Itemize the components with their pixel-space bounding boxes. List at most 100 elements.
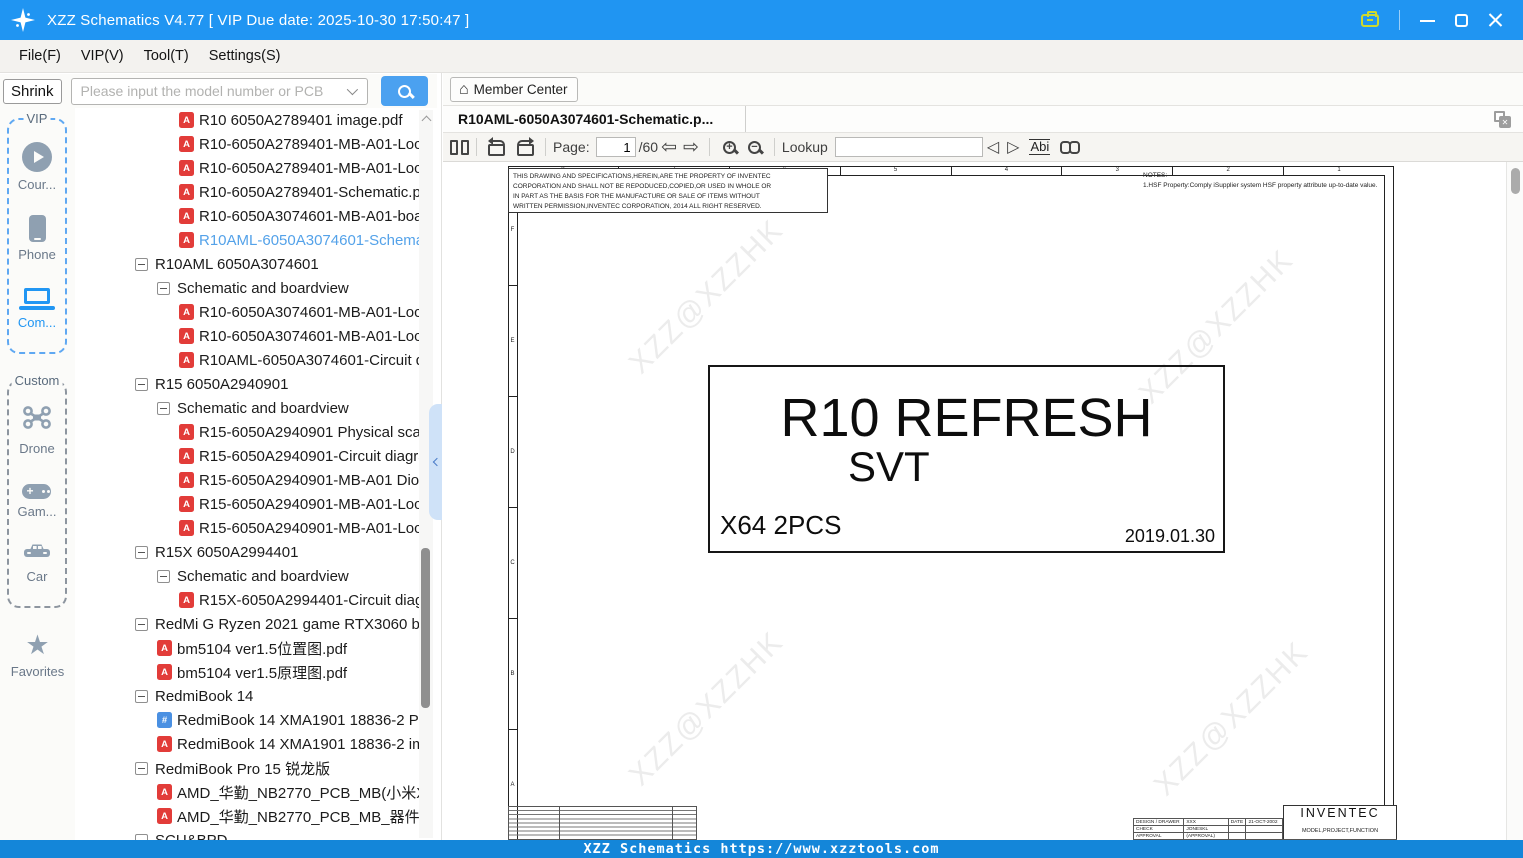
tree-file-row[interactable]: R10-6050A2789401-Schematic.pd — [75, 180, 419, 204]
tree-file-row[interactable]: R10-6050A2789401-MB-A01-Loca — [75, 132, 419, 156]
rotate-left-icon[interactable] — [484, 137, 508, 157]
search-button[interactable] — [380, 76, 428, 106]
collapse-expander-icon[interactable] — [135, 617, 148, 631]
tree-group-row[interactable]: R15X 6050A2994401 — [75, 540, 419, 564]
chevron-down-icon[interactable] — [346, 83, 358, 96]
collapse-expander-icon[interactable] — [135, 257, 148, 271]
tree-file-row[interactable]: R10 6050A2789401 image.pdf — [75, 108, 419, 132]
tree-file-row[interactable]: bm5104 ver1.5位置图.pdf — [75, 636, 419, 660]
sidebar-item-drone[interactable]: Drone — [19, 404, 55, 456]
tree-group-row[interactable]: R10AML 6050A3074601 — [75, 252, 419, 276]
collapse-expander-icon[interactable] — [157, 401, 170, 415]
cover-date: 2019.01.30 — [1124, 526, 1215, 546]
binoculars-icon[interactable] — [1060, 140, 1081, 154]
collapse-expander-icon[interactable] — [135, 377, 148, 391]
pdf-file-icon — [179, 448, 194, 464]
tree-group-row[interactable]: RedmiBook Pro 15 锐龙版 — [75, 756, 419, 780]
tree-file-row[interactable]: R15-6050A2940901-MB-A01 Dioc — [75, 468, 419, 492]
tree-file-row[interactable]: R15-6050A2940901-MB-A01-Loca — [75, 492, 419, 516]
sidebar-item-car[interactable]: Car — [22, 541, 52, 584]
tree-scrollbar-thumb[interactable] — [421, 548, 430, 708]
sidebar-item-favorites[interactable]: ★ Favorites — [0, 632, 75, 680]
rail-item-label: Car — [26, 569, 48, 584]
cover-title-box: R10 REFRESH SVT X64 2PCS 2019.01.30 — [708, 365, 1225, 553]
member-center-button[interactable]: Member Center — [450, 77, 579, 102]
previous-page-icon[interactable]: ⇦ — [661, 138, 677, 157]
pdf-file-icon — [179, 208, 194, 224]
tree-group-row[interactable]: RedMi G Ryzen 2021 game RTX3060 bm — [75, 612, 419, 636]
maximize-button[interactable] — [1455, 13, 1468, 27]
zoom-out-icon[interactable] — [747, 140, 761, 154]
gamepad-icon — [22, 484, 52, 499]
pdf-page[interactable]: 87654321 FEDCBA THIS DRAWING AND SPECIFI… — [443, 162, 1523, 840]
approval-table: DESIGN / DRAWER XXX DATE 21-OCT-2002 CHECK JO… — [1133, 818, 1283, 840]
lookup-input[interactable] — [834, 137, 983, 157]
tree-item-label: AMD_华勤_NB2770_PCB_MB_器件位号 — [177, 808, 419, 826]
tree-file-row[interactable]: R10-6050A3074601-MB-A01-Loca — [75, 300, 419, 324]
tree-group-row[interactable]: R15 6050A2940901 — [75, 372, 419, 396]
tree-item-label: Schematic and boardview — [177, 567, 349, 585]
pdf-file-icon — [157, 808, 172, 824]
collapse-expander-icon[interactable] — [135, 761, 148, 775]
find-previous-icon[interactable]: ◁ — [987, 137, 999, 157]
tree-file-row[interactable]: R15-6050A2940901 Physical scan — [75, 420, 419, 444]
menu-item-vip[interactable]: VIP(V) — [78, 46, 127, 66]
sidebar-item-cour[interactable]: Cour... — [18, 142, 56, 192]
tab-schematic-pdf[interactable]: R10AML-6050A3074601-Schematic.p... — [443, 106, 746, 132]
menu-item-tool[interactable]: Tool(T) — [141, 46, 192, 66]
tree-file-row[interactable]: R15X-6050A2994401-Circuit diag — [75, 588, 419, 612]
tree-file-row[interactable]: R10-6050A3074601-MB-A01-Loca — [75, 324, 419, 348]
sidebar-item-gam[interactable]: Gam... — [17, 478, 57, 519]
zoom-in-icon[interactable] — [722, 140, 736, 154]
sidebar-item-phone[interactable]: Phone — [18, 214, 56, 262]
rotate-right-icon[interactable] — [514, 137, 538, 157]
zone-letter: E — [508, 286, 517, 397]
tree-group-row[interactable]: RedmiBook 14 — [75, 684, 419, 708]
tree-file-row[interactable]: R10-6050A3074601-MB-A01-boa — [75, 204, 419, 228]
tree-file-row[interactable]: R10AML-6050A3074601-Schemat — [75, 228, 419, 252]
collapse-expander-icon[interactable] — [157, 569, 170, 583]
search-field[interactable] — [70, 77, 368, 105]
collapse-expander-icon[interactable] — [135, 545, 148, 559]
rail-group-label: Custom — [11, 373, 63, 388]
collapse-expander-icon[interactable] — [135, 689, 148, 703]
collapse-panel-handle[interactable] — [429, 404, 442, 520]
search-input[interactable] — [71, 83, 347, 99]
tree-item-label: RedmiBook 14 XMA1901 18836-2 im — [177, 735, 419, 753]
tree-group-row[interactable]: Schematic and boardview — [75, 396, 419, 420]
tree-file-row[interactable]: AMD_华勤_NB2770_PCB_MB(小米XM — [75, 780, 419, 804]
menu-item-settings[interactable]: Settings(S) — [206, 46, 284, 66]
find-next-icon[interactable]: ▷ — [1007, 137, 1019, 157]
sidebar-item-com[interactable]: Com... — [18, 284, 56, 330]
tree-file-row[interactable]: RedmiBook 14 XMA1901 18836-2 im — [75, 732, 419, 756]
next-page-icon[interactable]: ⇨ — [683, 138, 699, 157]
tree-file-row[interactable]: bm5104 ver1.5原理图.pdf — [75, 660, 419, 684]
tree-file-row[interactable]: R10-6050A2789401-MB-A01-Loca — [75, 156, 419, 180]
page-number-input[interactable] — [595, 137, 636, 157]
tree-file-row[interactable]: AMD_华勤_NB2770_PCB_MB_器件位号 — [75, 804, 419, 828]
collapse-expander-icon[interactable] — [157, 281, 170, 295]
close-button[interactable] — [1488, 13, 1503, 28]
tree-group-row[interactable]: SCU&BPD — [75, 828, 419, 840]
tree-item-label: RedmiBook Pro 15 锐龙版 — [155, 760, 331, 778]
tree-group-row[interactable]: Schematic and boardview — [75, 564, 419, 588]
menu-item-file[interactable]: File(F) — [16, 46, 64, 66]
tree-file-row[interactable]: R15-6050A2940901-MB-A01-Loca — [75, 516, 419, 540]
briefcase-icon[interactable] — [1361, 10, 1379, 27]
match-case-toggle[interactable]: Abi — [1029, 138, 1051, 156]
close-all-tabs-button[interactable] — [1494, 111, 1511, 128]
two-page-view-icon[interactable] — [450, 139, 469, 155]
tree-file-row[interactable]: R15-6050A2940901-Circuit diagra — [75, 444, 419, 468]
tree-file-row[interactable]: RedmiBook 14 XMA1901 18836-2 PC — [75, 708, 419, 732]
pdf-scrollbar[interactable] — [1506, 162, 1523, 840]
lookup-label: Lookup — [781, 139, 828, 155]
search-icon — [397, 84, 411, 98]
scroll-up-icon[interactable] — [421, 115, 431, 126]
shrink-button[interactable]: Shrink — [3, 78, 62, 104]
rail-item-label: Phone — [18, 246, 56, 262]
minimize-button[interactable] — [1420, 20, 1435, 22]
pdf-scrollbar-thumb[interactable] — [1511, 168, 1520, 194]
tree-group-row[interactable]: Schematic and boardview — [75, 276, 419, 300]
app-logo-icon — [11, 8, 35, 32]
tree-file-row[interactable]: R10AML-6050A3074601-Circuit d — [75, 348, 419, 372]
